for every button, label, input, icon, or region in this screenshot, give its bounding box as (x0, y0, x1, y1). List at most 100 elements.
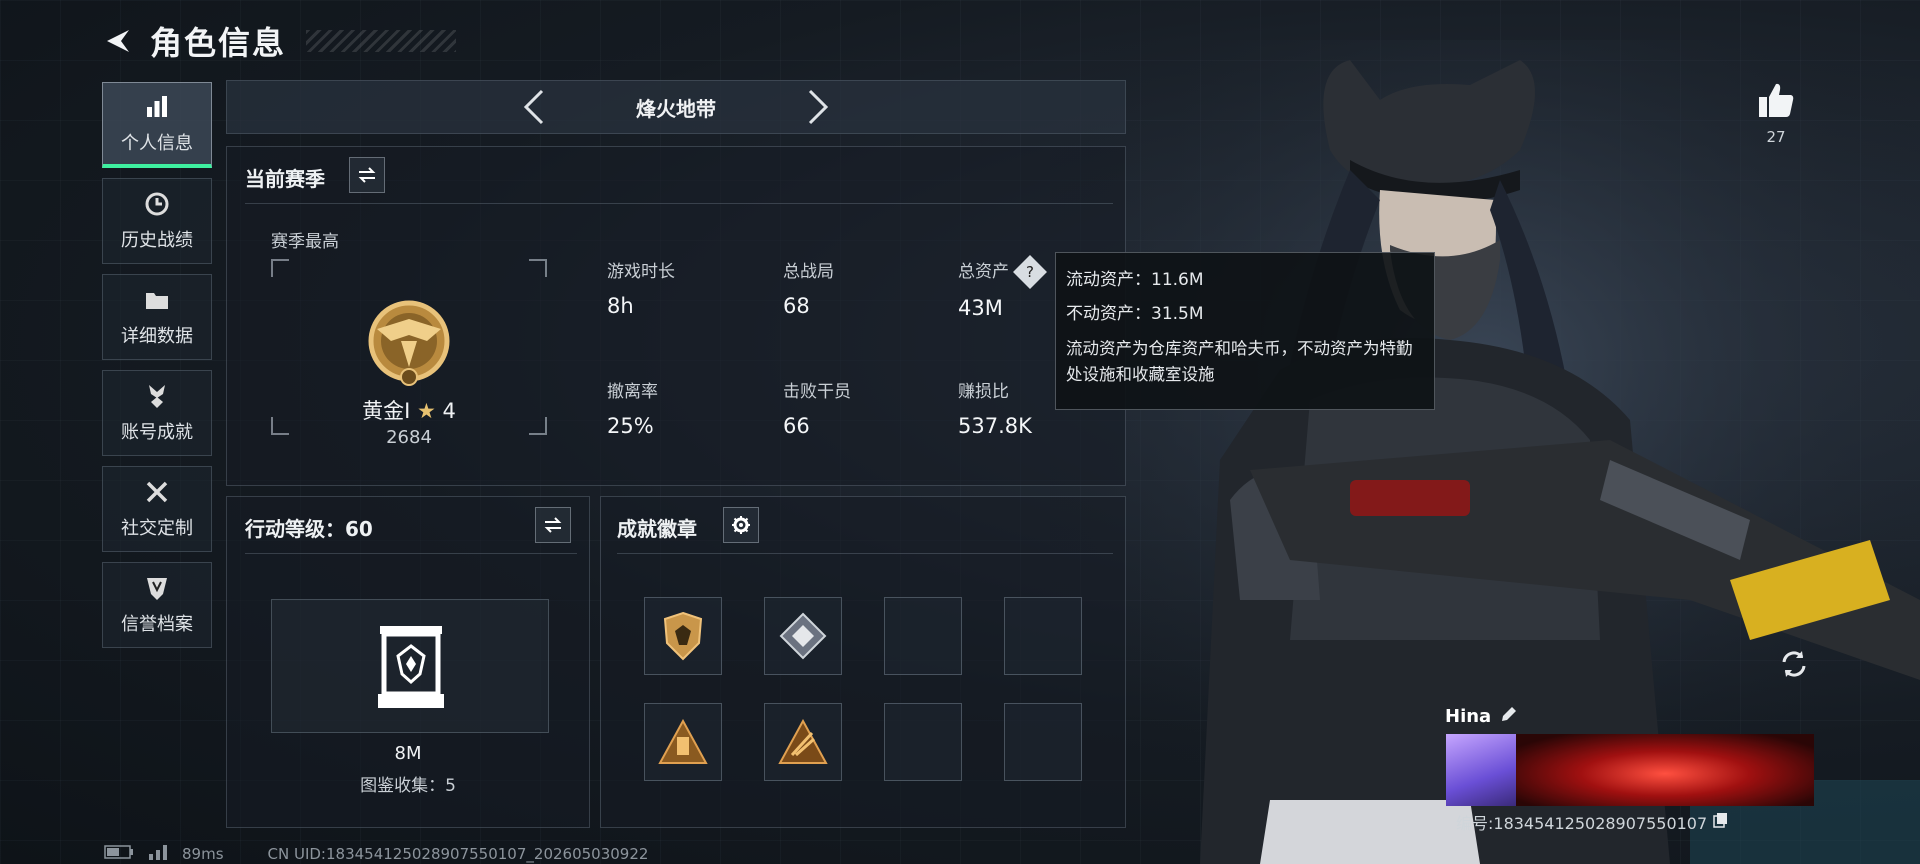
triangle-badge-icon (658, 719, 708, 764)
refresh-icon (1782, 651, 1806, 677)
gear-icon (732, 516, 750, 534)
badge-slot-empty[interactable] (884, 597, 962, 675)
like-count: 27 (1766, 128, 1786, 146)
stat-total-assets: 总资产 ? 43M (958, 255, 1048, 320)
display-case-icon (378, 626, 444, 708)
swap-icon (358, 167, 376, 183)
shield-icon (147, 578, 167, 600)
player-name: Hina (1445, 705, 1492, 727)
frame-corner (271, 259, 289, 277)
page-title: 角色信息 (150, 24, 287, 62)
diamond-badge-icon (779, 612, 827, 660)
sidebar-item-label: 社交定制 (121, 518, 193, 539)
stat-playtime: 游戏时长 8h (607, 257, 675, 318)
rank-name: 黄金Ⅰ (362, 399, 411, 423)
uid-text: CN UID:1834541250289075501​07_2026050309… (267, 845, 649, 863)
sidebar-item-details[interactable]: 详细数据 (102, 274, 212, 360)
season-title: 当前赛季 (245, 167, 325, 191)
action-level-title: 行动等级：60 (245, 517, 373, 541)
title-decoration (306, 30, 457, 52)
map-prev-button[interactable] (522, 87, 546, 127)
badge-slot[interactable] (764, 703, 842, 781)
sidebar-item-personal-info[interactable]: 个人信息 (102, 82, 212, 168)
battery-icon (104, 845, 134, 863)
shield-badge-icon (663, 611, 703, 661)
back-button[interactable] (100, 23, 136, 59)
chevron-right-icon (808, 89, 829, 125)
triangle-gold-badge-icon (778, 719, 828, 764)
avatar (1446, 734, 1516, 806)
badge-slot[interactable] (764, 597, 842, 675)
rank-name-row: 黄金Ⅰ ★ 4 (271, 395, 547, 425)
level-divider (245, 553, 577, 554)
stat-label: 总资产 ? (958, 255, 1048, 289)
rank-stars: 4 (442, 399, 456, 423)
stat-extraction-rate: 撤离率 25% (607, 377, 658, 438)
copy-icon[interactable] (1713, 812, 1729, 832)
map-name: 烽火地带 (636, 96, 716, 121)
tooltip-liquid-assets: 流动资产：11.6M (1066, 270, 1204, 290)
like-button[interactable]: 27 (1756, 80, 1796, 146)
stat-label: 撤离率 (607, 382, 658, 402)
sidebar-item-label: 详细数据 (121, 326, 193, 347)
folder-icon (146, 293, 168, 309)
sidebar-item-label: 历史战绩 (121, 230, 193, 251)
ping-value: 89ms (182, 845, 224, 863)
sidebar-item-social[interactable]: 社交定制 (102, 466, 212, 552)
badge-slot[interactable] (644, 597, 722, 675)
header: 角色信息 (100, 18, 457, 64)
name-card-banner (1516, 734, 1814, 806)
sidebar-item-label: 信誉档案 (121, 614, 193, 635)
gold-rank-emblem-icon (368, 300, 450, 386)
badge-slot-empty[interactable] (884, 703, 962, 781)
sidebar-item-label: 个人信息 (121, 132, 193, 154)
tooltip-fixed-assets: 不动资产：31.5M (1066, 304, 1204, 324)
signal-icon (148, 844, 168, 864)
stat-value: 8h (607, 294, 634, 318)
back-arrow-icon (107, 30, 129, 52)
star-icon: ★ (417, 399, 436, 423)
player-name-row: Hina (1445, 704, 1519, 728)
stat-value: 66 (783, 414, 810, 438)
level-value: 8M (394, 743, 422, 764)
bar-chart-icon (147, 95, 167, 117)
badge-slot-empty[interactable] (1004, 597, 1082, 675)
stat-label: 总战局 (783, 262, 834, 282)
frame-corner (529, 259, 547, 277)
stat-profit-loss-ratio: 赚损比 537.8K (958, 377, 1032, 438)
badge-settings-button[interactable] (723, 507, 759, 543)
assets-tooltip: 流动资产：11.6M 不动资产：31.5M 流动资产为仓库资产和哈夫币，不动资产… (1055, 252, 1435, 410)
stat-label: 游戏时长 (607, 262, 675, 282)
tooltip-description: 流动资产为仓库资产和哈夫币，不动资产为特勤处设施和收藏室设施 (1066, 339, 1413, 384)
achievement-badges-panel: 成就徽章 (600, 496, 1126, 828)
help-icon[interactable]: ? (1013, 255, 1048, 289)
level-switch-button[interactable] (535, 507, 571, 543)
stat-label: 赚损比 (958, 382, 1009, 402)
rank-caption: 赛季最高 (271, 232, 339, 252)
collection-frame (271, 599, 549, 733)
badge-slot-empty[interactable] (1004, 703, 1082, 781)
stat-total-matches: 总战局 68 (783, 257, 834, 318)
badge-slot[interactable] (644, 703, 722, 781)
sidebar-item-history[interactable]: 历史战绩 (102, 178, 212, 264)
collection-count: 图鉴收集：5 (360, 776, 456, 796)
sidebar-item-label: 账号成就 (121, 422, 193, 443)
map-next-button[interactable] (806, 87, 830, 127)
season-panel: 当前赛季 赛季最高 黄金Ⅰ ★ 4 2684 游戏时长 8h 总战局 68 总资… (226, 146, 1126, 486)
swap-icon (544, 517, 562, 533)
chevron-left-icon (523, 89, 544, 125)
season-divider (245, 203, 1113, 204)
stat-value: 537.8K (958, 414, 1032, 438)
refresh-button[interactable] (1778, 648, 1810, 684)
sidebar-item-achievements[interactable]: 账号成就 (102, 370, 212, 456)
sidebar-item-reputation[interactable]: 信誉档案 (102, 562, 212, 648)
edit-icon[interactable] (1499, 704, 1519, 728)
player-card[interactable] (1446, 734, 1814, 806)
badges-divider (617, 553, 1113, 554)
stat-label: 击败干员 (783, 382, 851, 402)
medal-icon (149, 385, 165, 408)
season-switch-button[interactable] (349, 157, 385, 193)
stat-kills: 击败干员 66 (783, 377, 851, 438)
stat-label-text: 总资产 (958, 262, 1009, 282)
badges-title: 成就徽章 (617, 517, 697, 541)
